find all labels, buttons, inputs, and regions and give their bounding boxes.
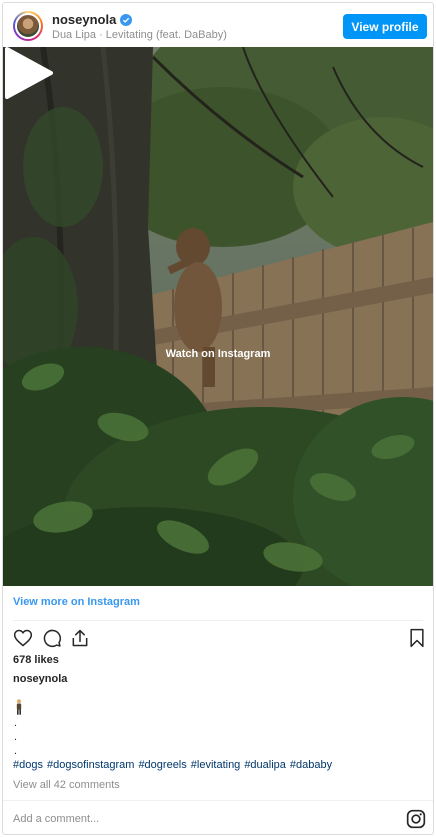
hashtag-link[interactable]: #dababy [290,759,332,771]
post-header: noseynola Dua Lipa · Levitating (feat. D… [3,3,433,47]
verified-badge-icon [120,13,133,26]
media-dim-overlay [3,47,433,586]
view-profile-button[interactable]: View profile [343,14,427,39]
add-comment-input[interactable] [13,811,393,827]
username-row[interactable]: noseynola [52,12,133,27]
hashtag-list: #dogs #dogsofinstagram #dogreels #levitatin… [13,759,336,771]
heart-icon[interactable] [13,628,33,648]
share-icon[interactable] [70,628,90,648]
watch-on-instagram-label[interactable]: Watch on Instagram [3,348,433,360]
view-more-link[interactable]: View more on Instagram [13,596,140,608]
video-media[interactable]: Watch on Instagram [3,47,433,586]
bookmark-icon[interactable] [407,628,427,648]
caption-dot: . [14,745,18,757]
comment-icon[interactable] [42,628,62,648]
caption-dot: . [14,717,18,729]
hashtag-link[interactable]: #dualipa [244,759,286,771]
view-all-comments-link[interactable]: View all 42 comments [13,779,120,791]
username[interactable]: noseynola [52,12,116,27]
caption-username[interactable]: noseynola [13,673,67,685]
divider [13,620,423,621]
instagram-embed-card: noseynola Dua Lipa · Levitating (feat. D… [2,2,434,835]
divider [3,800,433,801]
action-bar [3,625,433,651]
hashtag-link[interactable]: #dogreels [138,759,186,771]
audio-subtitle[interactable]: Dua Lipa · Levitating (feat. DaBaby) [52,29,227,41]
avatar[interactable] [13,11,43,41]
likes-count[interactable]: 678 likes [13,654,59,666]
man-standing-emoji [16,699,22,715]
play-icon[interactable] [3,47,53,99]
hashtag-link[interactable]: #dogsofinstagram [47,759,134,771]
hashtag-link[interactable]: #dogs [13,759,43,771]
instagram-logo-icon[interactable] [406,809,426,829]
hashtag-link[interactable]: #levitating [191,759,241,771]
caption-dot: . [14,731,18,743]
